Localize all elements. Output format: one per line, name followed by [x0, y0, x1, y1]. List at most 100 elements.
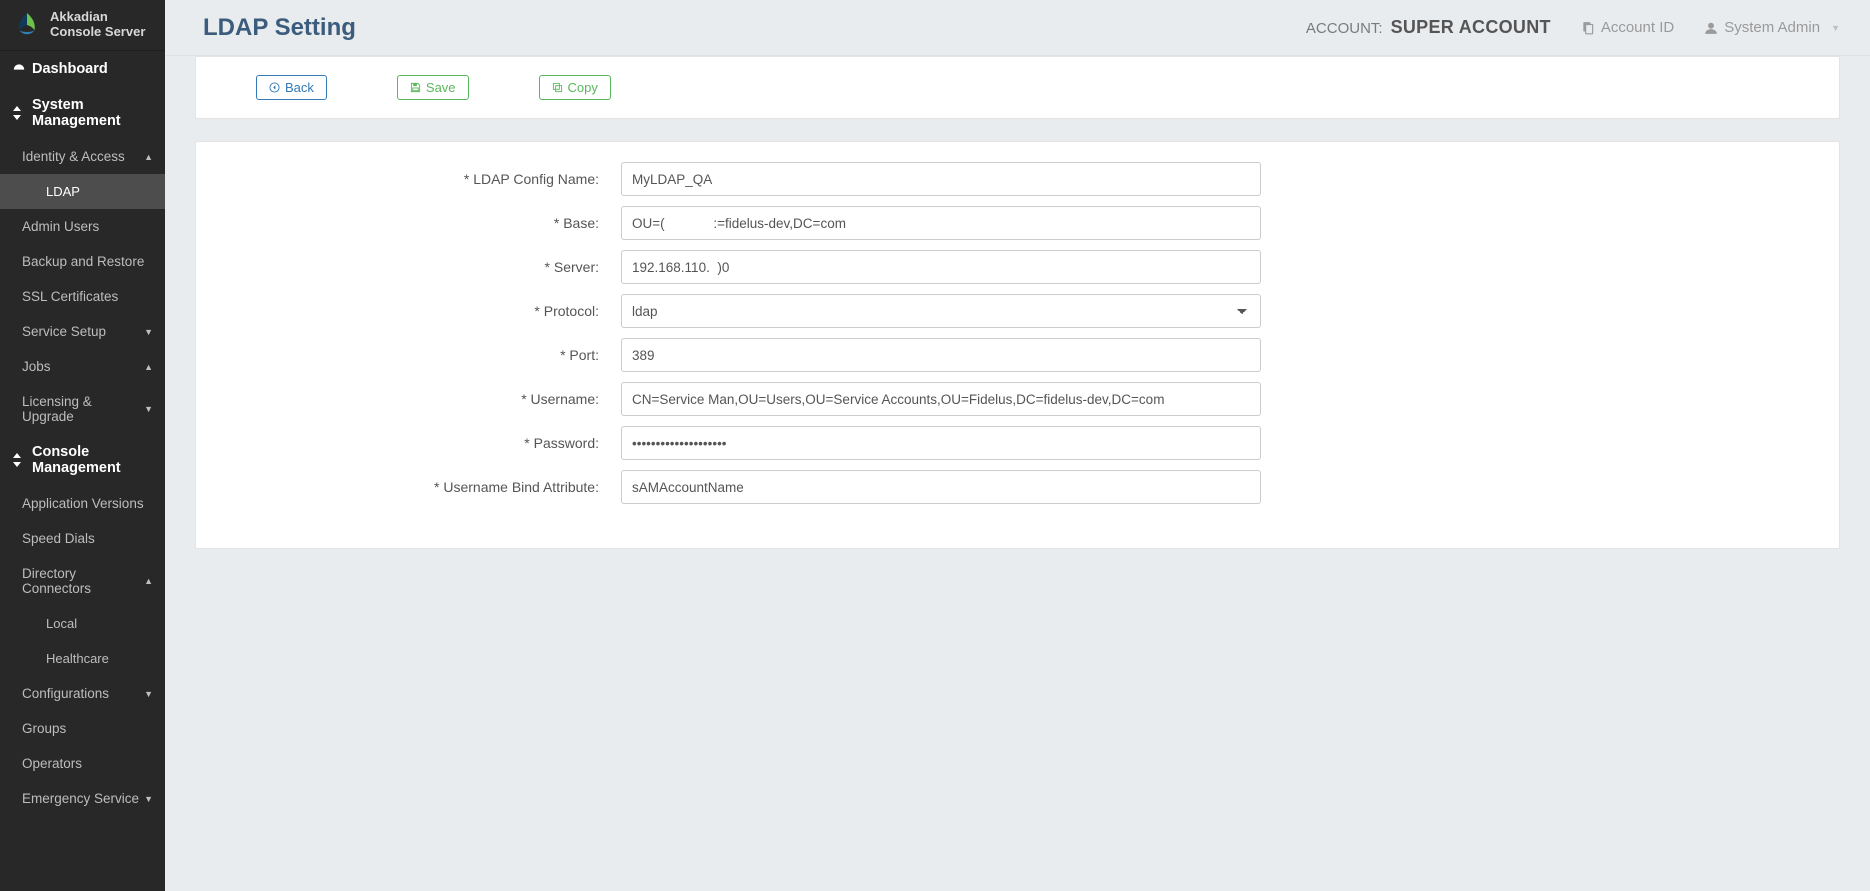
back-button-label: Back — [285, 80, 314, 95]
input-server[interactable] — [621, 250, 1261, 284]
input-username[interactable] — [621, 382, 1261, 416]
label-server: * Server: — [256, 259, 621, 275]
nav-identity-access[interactable]: Identity & Access ▲ — [0, 139, 165, 174]
nav-configurations-label: Configurations — [22, 686, 139, 701]
caret-up-icon: ▲ — [144, 576, 153, 586]
user-menu[interactable]: System Admin ▼ — [1704, 19, 1840, 36]
nav-backup-restore[interactable]: Backup and Restore — [0, 244, 165, 279]
nav-healthcare-label: Healthcare — [46, 651, 109, 666]
brand-line2: Console Server — [50, 25, 145, 40]
copy-icon — [552, 82, 563, 93]
nav-emergency-label: Emergency Service — [22, 791, 139, 806]
topbar-right: ACCOUNT: SUPER ACCOUNT Account ID System… — [1306, 17, 1840, 38]
nav-app-versions[interactable]: Application Versions — [0, 486, 165, 521]
row-port: * Port: — [256, 338, 1779, 372]
nav-dashboard-label: Dashboard — [32, 61, 108, 77]
save-button-label: Save — [426, 80, 456, 95]
input-config-name[interactable] — [621, 162, 1261, 196]
input-bind-attr[interactable] — [621, 470, 1261, 504]
caret-down-icon: ▼ — [1831, 23, 1840, 33]
nav-licensing[interactable]: Licensing & Upgrade ▼ — [0, 384, 165, 434]
nav-operators[interactable]: Operators — [0, 746, 165, 781]
row-bind-attr: * Username Bind Attribute: — [256, 470, 1779, 504]
nav-groups-label: Groups — [22, 721, 66, 736]
caret-up-icon: ▲ — [144, 362, 153, 372]
input-base[interactable] — [621, 206, 1261, 240]
nav-system-management-label: System Management — [32, 97, 153, 129]
toolbar-panel: Back Save Copy — [195, 56, 1840, 119]
caret-down-icon: ▼ — [144, 404, 153, 414]
account-id-label: Account ID — [1601, 19, 1674, 36]
nav-console-management[interactable]: Console Management — [0, 434, 165, 486]
label-username: * Username: — [256, 391, 621, 407]
nav-dir-connectors[interactable]: Directory Connectors ▲ — [0, 556, 165, 606]
page-title: LDAP Setting — [203, 14, 356, 42]
select-protocol[interactable]: ldap — [621, 294, 1261, 328]
nav-emergency[interactable]: Emergency Service ▼ — [0, 781, 165, 816]
back-arrow-icon — [269, 82, 280, 93]
updown-icon — [12, 453, 26, 467]
row-server: * Server: — [256, 250, 1779, 284]
account-name: SUPER ACCOUNT — [1391, 17, 1551, 38]
account-id-link[interactable]: Account ID — [1581, 19, 1674, 36]
nav-groups[interactable]: Groups — [0, 711, 165, 746]
row-config-name: * LDAP Config Name: — [256, 162, 1779, 196]
user-icon — [1704, 21, 1718, 35]
label-config-name: * LDAP Config Name: — [256, 171, 621, 187]
copy-button-label: Copy — [568, 80, 598, 95]
caret-down-icon: ▼ — [144, 689, 153, 699]
nav-dir-connectors-label: Directory Connectors — [22, 566, 139, 596]
updown-icon — [12, 106, 26, 120]
caret-down-icon: ▼ — [144, 327, 153, 337]
nav-jobs[interactable]: Jobs ▲ — [0, 349, 165, 384]
content: Back Save Copy * LDAP Conf — [165, 56, 1870, 589]
nav-operators-label: Operators — [22, 756, 82, 771]
input-password[interactable] — [621, 426, 1261, 460]
nav-ssl-certs[interactable]: SSL Certificates — [0, 279, 165, 314]
brand-text: Akkadian Console Server — [50, 10, 145, 40]
nav-app-versions-label: Application Versions — [22, 496, 144, 511]
button-row: Back Save Copy — [256, 75, 1779, 100]
nav-licensing-label: Licensing & Upgrade — [22, 394, 139, 424]
label-password: * Password: — [256, 435, 621, 451]
save-icon — [410, 82, 421, 93]
input-port[interactable] — [621, 338, 1261, 372]
nav-admin-users[interactable]: Admin Users — [0, 209, 165, 244]
label-protocol: * Protocol: — [256, 303, 621, 319]
account-label: ACCOUNT: — [1306, 20, 1383, 37]
nav-system-management[interactable]: System Management — [0, 87, 165, 139]
caret-down-icon: ▼ — [144, 794, 153, 804]
nav-admin-users-label: Admin Users — [22, 219, 99, 234]
nav-speed-dials[interactable]: Speed Dials — [0, 521, 165, 556]
nav-dashboard[interactable]: Dashboard — [0, 51, 165, 87]
nav-jobs-label: Jobs — [22, 359, 139, 374]
brand: Akkadian Console Server — [0, 0, 165, 51]
row-protocol: * Protocol: ldap — [256, 294, 1779, 328]
sidebar: Akkadian Console Server Dashboard System… — [0, 0, 165, 891]
save-button[interactable]: Save — [397, 75, 469, 100]
label-bind-attr: * Username Bind Attribute: — [256, 479, 621, 495]
nav-ssl-certs-label: SSL Certificates — [22, 289, 118, 304]
account-display: ACCOUNT: SUPER ACCOUNT — [1306, 17, 1551, 38]
caret-up-icon: ▲ — [144, 152, 153, 162]
nav-speed-dials-label: Speed Dials — [22, 531, 95, 546]
copy-button[interactable]: Copy — [539, 75, 611, 100]
nav-ldap[interactable]: LDAP — [0, 174, 165, 209]
form-panel: * LDAP Config Name: * Base: * Server: * … — [195, 141, 1840, 549]
topbar: LDAP Setting ACCOUNT: SUPER ACCOUNT Acco… — [165, 0, 1870, 56]
label-port: * Port: — [256, 347, 621, 363]
nav-ldap-label: LDAP — [46, 184, 80, 199]
nav-configurations[interactable]: Configurations ▼ — [0, 676, 165, 711]
nav-local[interactable]: Local — [0, 606, 165, 641]
nav-local-label: Local — [46, 616, 77, 631]
row-username: * Username: — [256, 382, 1779, 416]
brand-line1: Akkadian — [50, 10, 145, 25]
main: LDAP Setting ACCOUNT: SUPER ACCOUNT Acco… — [165, 0, 1870, 891]
back-button[interactable]: Back — [256, 75, 327, 100]
brand-logo-icon — [12, 10, 42, 40]
label-base: * Base: — [256, 215, 621, 231]
nav-service-setup[interactable]: Service Setup ▼ — [0, 314, 165, 349]
nav-healthcare[interactable]: Healthcare — [0, 641, 165, 676]
nav-identity-access-label: Identity & Access — [22, 149, 139, 164]
nav-console-management-label: Console Management — [32, 444, 153, 476]
